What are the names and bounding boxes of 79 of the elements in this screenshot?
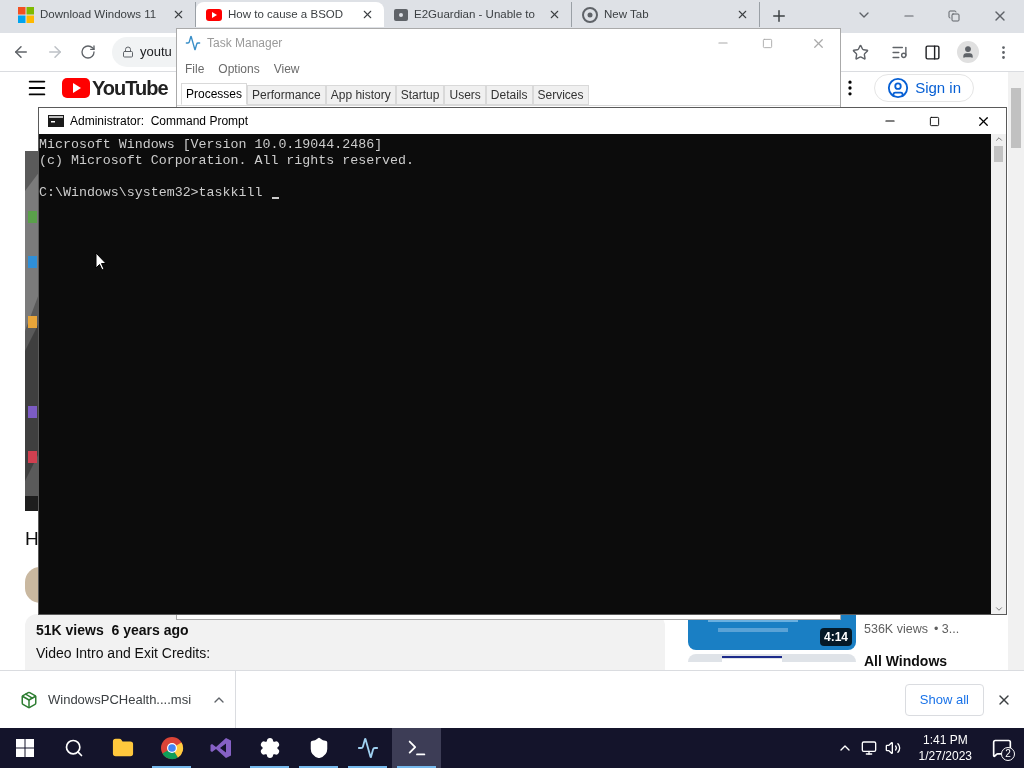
view-stats: 51K views 6 years ago [36,621,190,640]
tab[interactable]: Details [485,85,533,105]
running-indicator [299,766,338,768]
side-panel-icon[interactable] [924,43,941,61]
browser-tab[interactable]: How to cause a BSOD [196,2,384,27]
window-title: Administrator: Command Prompt [70,113,249,130]
chrome-logo-icon [582,6,598,23]
tab[interactable]: Services [532,85,589,105]
menu-item[interactable]: Options [218,60,260,78]
new-tab-icon[interactable] [770,7,788,25]
settings-icon [258,737,281,759]
running-indicator [152,766,191,768]
browser-tab[interactable]: E2Guardian - Unable to [384,2,572,27]
upload-age: • 3... [933,621,960,638]
menu-item[interactable]: View [273,60,300,78]
search-icon [63,738,84,758]
close-icon[interactable] [172,8,185,21]
person-icon [961,45,975,59]
bookmark-star-icon[interactable] [852,43,869,61]
console-prompt-line: C:\Windows\system32>taskkill [39,185,263,201]
show-all-button[interactable]: Show all [904,683,984,716]
restore-icon[interactable] [948,10,960,22]
tab[interactable]: Performance [247,85,326,105]
running-indicator [348,766,387,768]
volume-icon[interactable] [884,740,901,756]
ribbon-logo-icon [208,736,233,760]
activity-monitor-icon [356,737,379,759]
view-count: 536K views [864,621,928,638]
window-title: Task Manager [207,35,283,52]
mouse-pointer-icon [95,252,107,271]
tab[interactable]: Processes [181,83,248,105]
tab-title: E2Guardian - Unable to [414,6,535,22]
scroll-down-icon[interactable] [993,604,1004,614]
tab[interactable]: Users [444,85,486,105]
console-icon [48,115,64,127]
tab-title: How to cause a BSOD [228,6,344,22]
close-icon[interactable] [548,8,561,21]
close-icon[interactable] [361,8,374,21]
menu-item[interactable]: File [185,60,205,78]
notification-count: 2 [1001,747,1015,761]
scroll-up-icon[interactable] [993,134,1004,144]
console-line: Microsoft Windows [Version 10.0.19044.2486] [39,137,384,153]
play-logo-icon [62,78,90,98]
address-text: youtu [140,43,172,62]
profile-avatar[interactable] [957,41,979,63]
running-indicator [397,766,436,768]
tab-title: Download Windows 11 [40,6,157,22]
back-icon[interactable] [12,43,30,61]
installer-package-icon [20,690,38,709]
tab-title: New Tab [604,6,649,22]
maximize-icon[interactable] [929,115,940,127]
browser-tab[interactable]: New Tab [572,2,760,27]
account-icon [887,77,910,99]
windows-logo-icon [15,739,34,757]
related-video-title[interactable]: All Windows [864,654,948,668]
network-icon[interactable] [860,740,877,756]
address-bar[interactable]: youtu [112,37,177,67]
windows-logo-icon [18,6,34,23]
duration-badge: 4:14 [819,628,852,646]
reload-icon[interactable] [80,44,96,60]
description-text: Video Intro and Exit Credits: [36,644,212,663]
download-file-name: WindowsPCHealth....msi [48,690,192,709]
play-logo-icon [206,8,222,21]
scrollbar-thumb[interactable] [994,146,1003,162]
chrome-logo-icon [159,736,184,760]
running-indicator [250,766,289,768]
tab[interactable]: App history [325,85,396,105]
browser-tab[interactable]: Download Windows 11 [8,2,196,27]
clock[interactable]: 1:41 PM 1/27/2023 [910,732,980,764]
notification-icon [992,738,1012,758]
video-title: H [25,527,40,551]
tab[interactable]: Startup [395,85,445,105]
site-logo-text[interactable]: YouTube [92,78,168,98]
scrollbar-thumb[interactable] [1011,88,1021,148]
lock-icon [122,46,134,58]
close-icon[interactable] [736,8,749,21]
activity-monitor-icon [185,35,201,51]
notifications-button[interactable]: 2 [980,728,1024,768]
console-line: (c) Microsoft Corporation. All rights reserved. [39,153,416,169]
